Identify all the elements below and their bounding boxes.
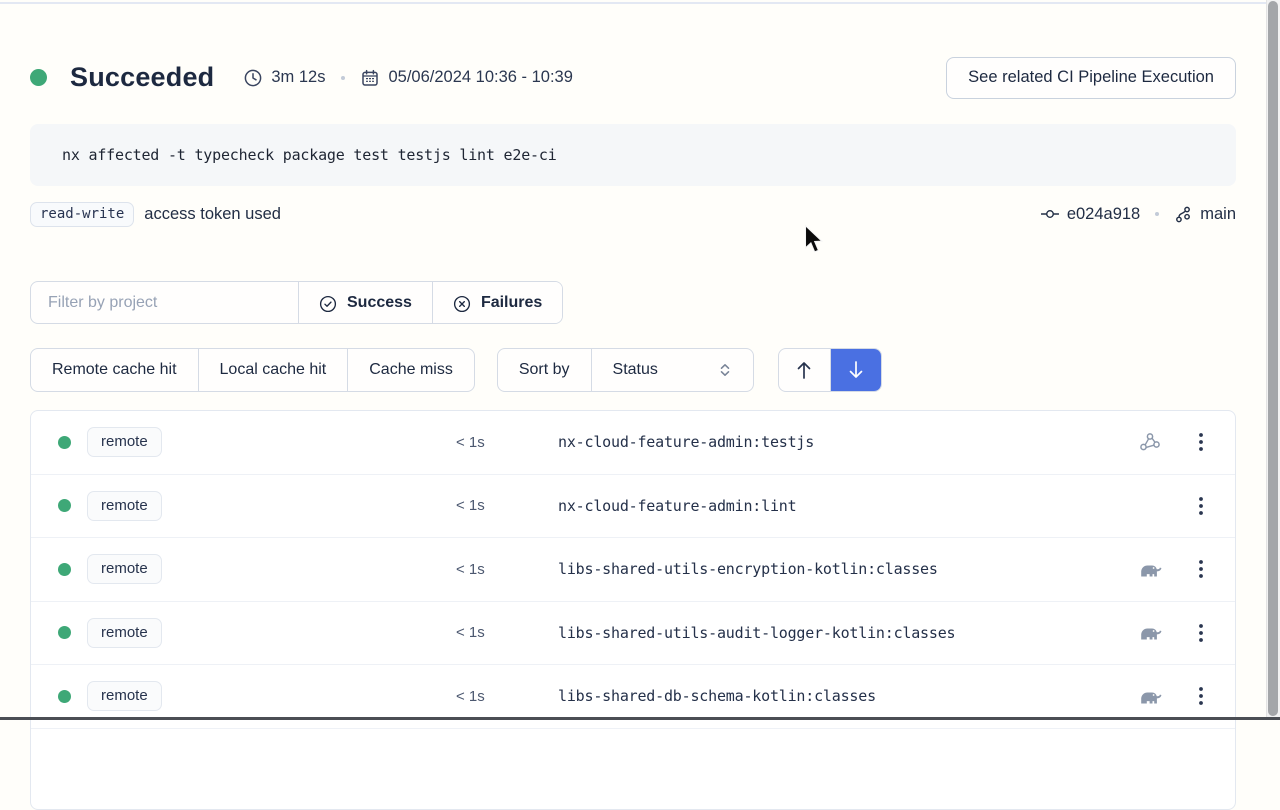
mouse-cursor [804,225,828,255]
remote-cache-badge: remote [87,427,162,457]
sort-select-value: Status [613,361,658,379]
run-date-range: 05/06/2024 10:36 - 10:39 [388,68,572,87]
cache-filter-group: Remote cache hit Local cache hit Cache m… [30,348,475,392]
cache-sort-bar: Remote cache hit Local cache hit Cache m… [30,348,1236,392]
remote-cache-badge: remote [87,618,162,648]
dot-separator [1155,212,1159,216]
sort-by-label: Sort by [498,349,591,391]
calendar-icon [361,69,379,87]
row-menu-button[interactable] [1191,495,1211,517]
task-duration: < 1s [456,434,516,451]
gradle-elephant-icon [1138,560,1163,579]
failures-filter-label: Failures [481,294,542,312]
success-filter-button[interactable]: Success [298,282,432,323]
task-row[interactable]: remote < 1s nx-cloud-feature-admin:lint [31,475,1235,539]
local-cache-hit-button[interactable]: Local cache hit [198,349,348,391]
filter-bar: Success Failures [30,281,563,324]
task-table: remote < 1s nx-cloud-feature-admin:testj… [30,410,1236,810]
remote-cache-badge: remote [87,681,162,711]
row-menu-button[interactable] [1191,622,1211,644]
filter-by-project-input[interactable] [31,282,298,323]
gradle-elephant-icon [1138,623,1163,642]
remote-cache-badge: remote [87,491,162,521]
token-row: read-write access token used e024a918 ma… [30,199,1236,229]
task-success-dot-icon [58,626,71,639]
cache-badge-cell: remote [87,427,456,457]
task-row[interactable]: remote < 1s libs-shared-utils-encryption… [31,538,1235,602]
task-success-dot-icon [58,499,71,512]
status-success-dot-icon [30,69,47,86]
run-meta: 3m 12s 05/06/2024 10:36 - 10:39 [244,68,573,87]
clock-icon [244,69,262,87]
row-menu-button[interactable] [1191,558,1211,580]
cache-badge-cell: remote [87,618,456,648]
vcs-info: e024a918 main [1041,205,1236,224]
row-menu-button[interactable] [1191,685,1211,707]
chevron-up-down-icon [718,362,732,378]
sort-ascending-button[interactable] [779,349,830,391]
remote-cache-badge: remote [87,554,162,584]
sort-direction-group [778,348,882,392]
access-token-text: access token used [144,205,281,224]
success-filter-label: Success [347,294,412,312]
access-token-badge: read-write [30,202,134,227]
check-circle-icon [319,294,337,312]
failures-filter-button[interactable]: Failures [432,282,562,323]
task-success-dot-icon [58,436,71,449]
task-duration: < 1s [456,688,516,705]
gradle-elephant-icon [1138,687,1163,706]
task-name[interactable]: libs-shared-db-schema-kotlin:classes [558,687,1135,705]
branch-name[interactable]: main [1200,205,1236,224]
run-header: Succeeded 3m 12s 05/06/2024 10:36 - 10:3… [30,56,1236,99]
cache-badge-cell: remote [87,491,456,521]
task-name[interactable]: libs-shared-utils-encryption-kotlin:clas… [558,560,1135,578]
vertical-scrollbar[interactable] [1266,0,1280,720]
cache-miss-button[interactable]: Cache miss [347,349,474,391]
cache-badge-cell: remote [87,554,456,584]
dot-separator [341,76,345,80]
scrollbar-thumb[interactable] [1268,1,1278,716]
window-top-divider [0,2,1280,4]
task-duration: < 1s [456,497,516,514]
branch-icon [1174,205,1192,223]
sort-descending-button[interactable] [830,349,881,391]
remote-cache-hit-button[interactable]: Remote cache hit [31,349,198,391]
task-graph-icon [1138,431,1162,453]
commit-sha[interactable]: e024a918 [1067,205,1140,224]
task-row[interactable]: remote < 1s nx-cloud-feature-admin:testj… [31,411,1235,475]
cache-badge-cell: remote [87,681,456,711]
run-duration: 3m 12s [271,68,325,87]
task-duration: < 1s [456,624,516,641]
see-related-ci-pipeline-button[interactable]: See related CI Pipeline Execution [946,57,1236,99]
nx-command-text: nx affected -t typecheck package test te… [62,146,557,164]
task-row[interactable]: remote < 1s libs-shared-utils-audit-logg… [31,602,1235,666]
page-title: Succeeded [70,62,214,93]
task-name[interactable]: nx-cloud-feature-admin:lint [558,497,1135,515]
command-block: nx affected -t typecheck package test te… [30,124,1236,186]
task-success-dot-icon [58,563,71,576]
row-menu-button[interactable] [1191,431,1211,453]
x-circle-icon [453,294,471,312]
task-name[interactable]: nx-cloud-feature-admin:testjs [558,433,1135,451]
task-success-dot-icon [58,690,71,703]
sort-group: Sort by Status [497,348,754,392]
sort-select[interactable]: Status [591,349,753,391]
commit-icon [1041,205,1059,223]
task-name[interactable]: libs-shared-utils-audit-logger-kotlin:cl… [558,624,1135,642]
task-duration: < 1s [456,561,516,578]
